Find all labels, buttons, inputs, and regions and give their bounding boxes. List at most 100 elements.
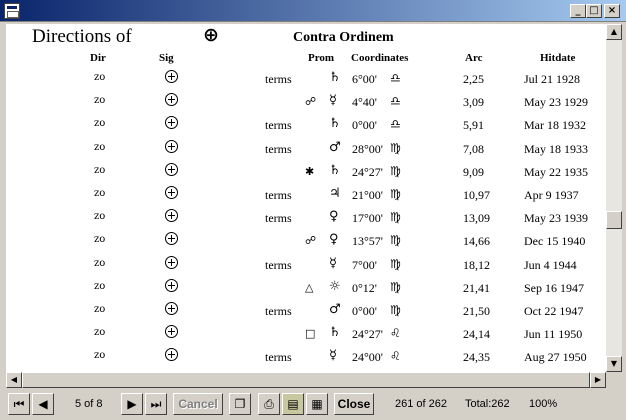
table-row: zo □ ♄ 24°27' ♌ 24,14 Jun 11 1950	[6, 325, 606, 350]
arc-cell: 7,08	[463, 142, 484, 156]
coordinate-cell: 24°27'	[352, 165, 383, 179]
zodiac-sign-symbol: ♌	[390, 349, 401, 363]
dir-cell: zo	[94, 118, 106, 129]
significator-icon	[165, 256, 178, 269]
table-row: zo terms ☿ 7°00' ♍ 18,12 Jun 4 1944	[6, 256, 606, 281]
app-icon[interactable]	[4, 3, 20, 19]
zodiac-sign-symbol: ♎	[390, 94, 401, 108]
dir-cell: zo	[94, 95, 106, 106]
terms-cell: terms	[265, 72, 292, 86]
table-row: zo terms ♂ 28°00' ♍ 7,08 May 18 1933	[6, 140, 606, 165]
preview-toolbar: ⏮ ◀ 5 of 8 ▶ ⏭ Cancel ❐ ⎙ ▤ ▦ Close 261 …	[0, 388, 626, 420]
terms-cell: terms	[265, 188, 292, 202]
dir-cell: zo	[94, 350, 106, 361]
horizontal-scroll-thumb[interactable]	[22, 372, 590, 388]
terms-cell: terms	[265, 350, 292, 364]
zodiac-sign-symbol: ♍	[390, 280, 401, 294]
planet-symbol: ♂	[329, 302, 341, 317]
coordinate-cell: 6°00'	[352, 72, 377, 86]
zodiac-sign-symbol: ♍	[390, 187, 401, 201]
scroll-left-button[interactable]: ◀	[6, 372, 22, 388]
horizontal-scrollbar[interactable]: ◀ ▶	[6, 372, 606, 388]
earth-symbol: ⊕	[203, 24, 219, 46]
significator-icon	[165, 93, 178, 106]
terms-cell: terms	[265, 258, 292, 272]
arc-cell: 24,14	[463, 327, 490, 341]
zodiac-sign-symbol: ♍	[390, 141, 401, 155]
prev-page-button[interactable]: ◀	[32, 393, 54, 415]
dir-cell: zo	[94, 188, 106, 199]
first-page-button[interactable]: ⏮	[8, 393, 30, 415]
hitdate-cell: Apr 9 1937	[524, 188, 579, 202]
arc-cell: 24,35	[463, 350, 490, 364]
scroll-down-button[interactable]: ▼	[606, 356, 622, 372]
planet-symbol: ☼	[329, 279, 341, 294]
header-dir: Dir	[90, 52, 106, 64]
maximize-button[interactable]: □	[586, 4, 602, 18]
cancel-button[interactable]: Cancel	[173, 393, 223, 415]
terms-cell: terms	[265, 211, 292, 225]
record-indicator: 261 of 262	[395, 398, 447, 410]
next-page-button[interactable]: ▶	[121, 393, 143, 415]
print-button[interactable]: ⎙	[258, 393, 280, 415]
table-row: zo terms ♃ 21°00' ♍ 10,97 Apr 9 1937	[6, 186, 606, 211]
terms-cell: terms	[265, 304, 292, 318]
hitdate-cell: May 22 1935	[524, 165, 588, 179]
close-window-button[interactable]: ×	[604, 4, 620, 18]
terms-cell: terms	[265, 118, 292, 132]
copy-button[interactable]: ❐	[229, 393, 251, 415]
zodiac-sign-symbol: ♍	[390, 303, 401, 317]
vertical-scroll-thumb[interactable]	[606, 211, 622, 229]
table-row: zo ☍ ☿ 4°40' ♎ 3,09 May 23 1929	[6, 93, 606, 118]
dir-cell: zo	[94, 142, 106, 153]
table-row: zo terms ♀ 17°00' ♍ 13,09 May 23 1939	[6, 209, 606, 234]
hitdate-cell: Dec 15 1940	[524, 234, 586, 248]
vertical-scrollbar[interactable]: ▲ ▼	[606, 24, 622, 372]
last-page-icon: ⏭	[150, 397, 162, 411]
significator-icon	[165, 116, 178, 129]
last-page-button[interactable]: ⏭	[145, 393, 167, 415]
planet-symbol: ♀	[329, 232, 339, 247]
coordinate-cell: 7°00'	[352, 258, 377, 272]
aspect-symbol: ☍	[305, 234, 317, 247]
significator-icon	[165, 70, 178, 83]
dir-cell: zo	[94, 165, 106, 176]
close-button[interactable]: Close	[334, 393, 374, 415]
export-button[interactable]: ▤	[282, 393, 304, 415]
header-sig: Sig	[159, 52, 174, 64]
arc-cell: 21,41	[463, 281, 490, 295]
coordinate-cell: 0°00'	[352, 118, 377, 132]
significator-icon	[165, 302, 178, 315]
hitdate-cell: Jun 4 1944	[524, 258, 577, 272]
significator-icon	[165, 186, 178, 199]
arc-cell: 18,12	[463, 258, 490, 272]
header-arc: Arc	[465, 52, 483, 64]
planet-symbol: ☿	[329, 256, 337, 271]
coordinate-cell: 17°00'	[352, 211, 383, 225]
minimize-button[interactable]: _	[570, 4, 586, 18]
arc-cell: 5,91	[463, 118, 484, 132]
terms-cell: terms	[265, 142, 292, 156]
scroll-up-button[interactable]: ▲	[606, 24, 622, 40]
arc-cell: 9,09	[463, 165, 484, 179]
zodiac-sign-symbol: ♍	[390, 210, 401, 224]
page-setup-button[interactable]: ▦	[306, 393, 328, 415]
aspect-symbol: □	[305, 327, 316, 340]
planet-symbol: ♄	[329, 163, 341, 178]
planet-symbol: ☿	[329, 93, 337, 108]
first-page-icon: ⏮	[13, 397, 25, 411]
header-coordinates: Coordinates	[351, 52, 409, 64]
coordinate-cell: 21°00'	[352, 188, 383, 202]
export-icon: ▤	[287, 397, 299, 411]
report-page: Directions of ⊕ Contra Ordinem Dir Sig P…	[6, 24, 606, 372]
hitdate-cell: Mar 18 1932	[524, 118, 586, 132]
zoom-level: 100%	[529, 398, 558, 410]
report-subtitle: Contra Ordinem	[293, 30, 394, 45]
hitdate-cell: Jun 11 1950	[524, 327, 583, 341]
aspect-symbol: △	[305, 281, 314, 294]
scroll-right-button[interactable]: ▶	[590, 372, 606, 388]
hitdate-cell: Oct 22 1947	[524, 304, 584, 318]
table-row: zo terms ♂ 0°00' ♍ 21,50 Oct 22 1947	[6, 302, 606, 327]
significator-icon	[165, 232, 178, 245]
planet-symbol: ♀	[329, 209, 339, 224]
